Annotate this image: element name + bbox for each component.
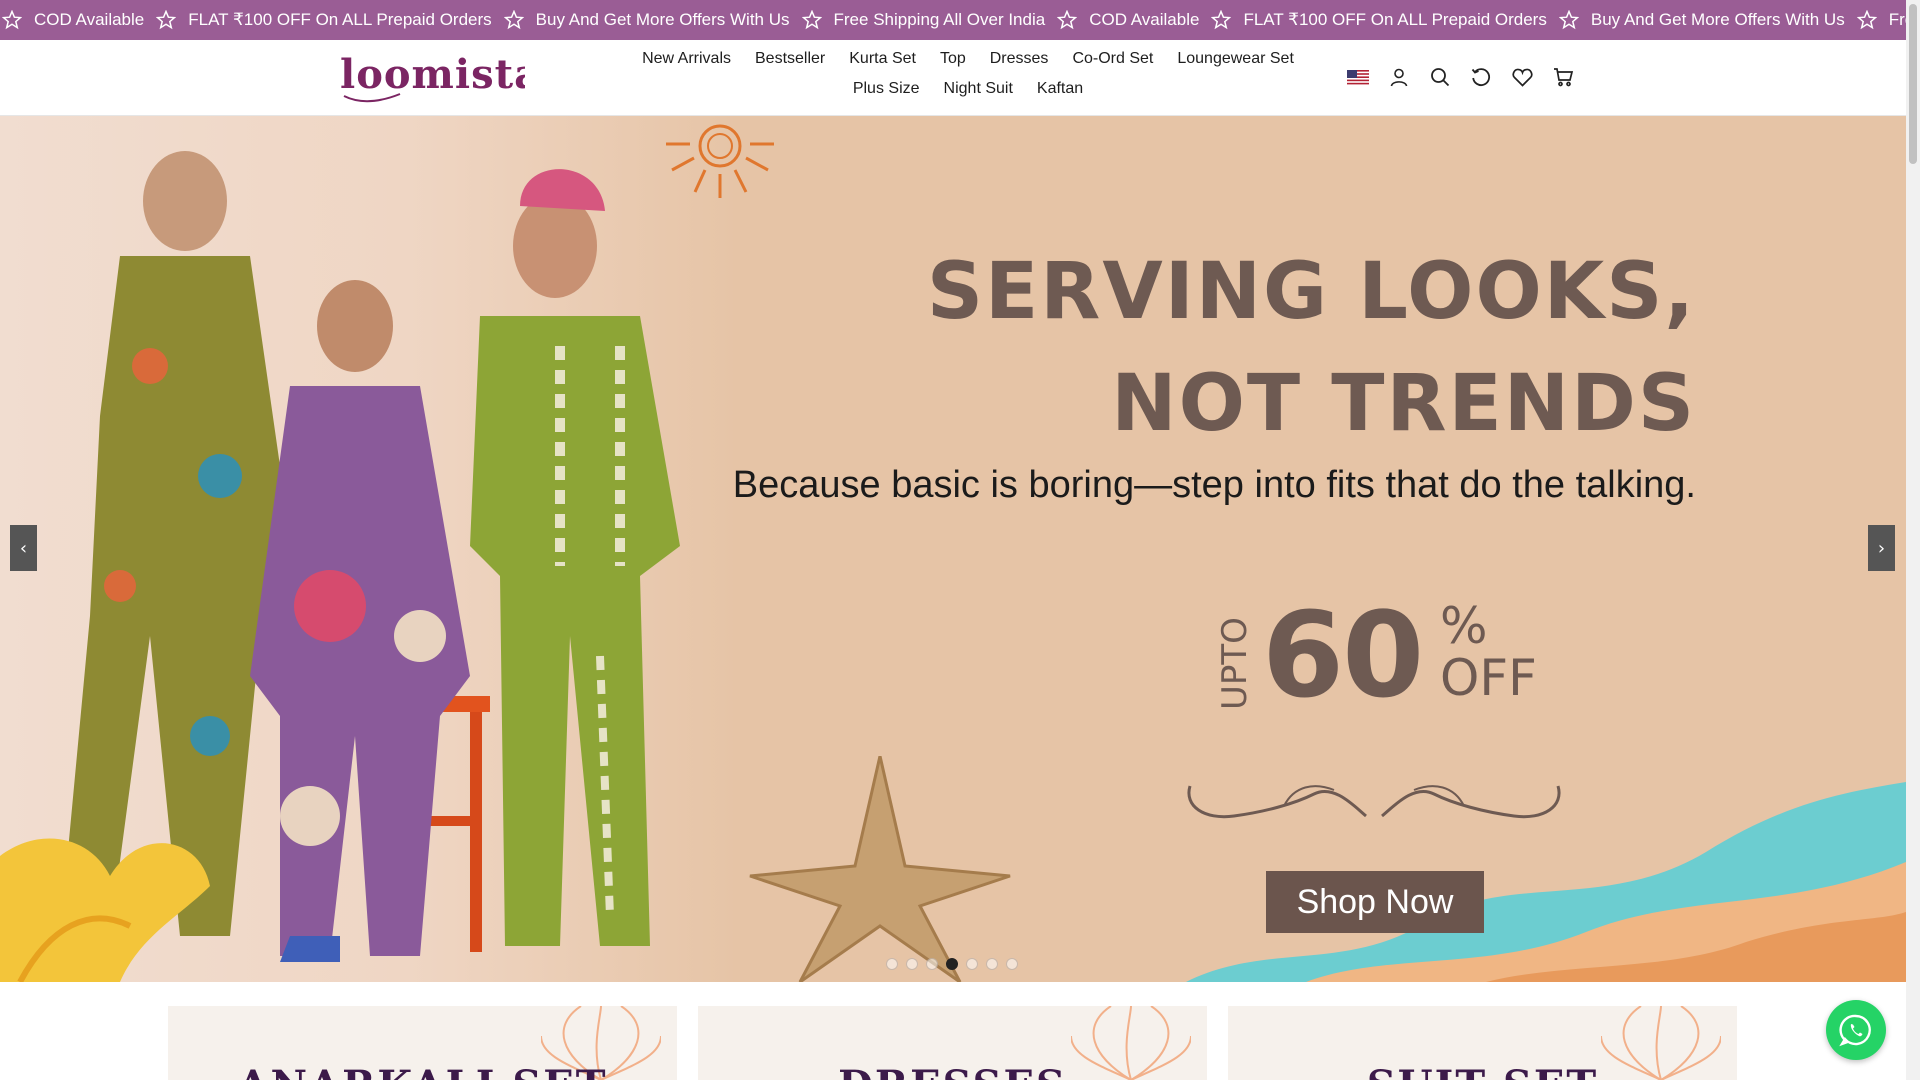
collection-card-dresses[interactable]: DRESSES (698, 1006, 1207, 1080)
announcement-item: FLAT ₹100 OFF On ALL Prepaid Orders (1199, 10, 1547, 30)
announcement-text: FLAT ₹100 OFF On ALL Prepaid Orders (1243, 10, 1547, 29)
collection-cards: ANARKALI SET DRESSES SUIT SET (168, 1006, 1737, 1080)
shop-now-button[interactable]: Shop Now (1266, 871, 1484, 933)
nav-new-arrivals[interactable]: New Arrivals (630, 48, 743, 70)
main-nav: New Arrivals Bestseller Kurta Set Top Dr… (618, 48, 1318, 100)
star-icon (801, 10, 822, 30)
slider-dot[interactable] (926, 958, 938, 970)
collection-card-anarkali[interactable]: ANARKALI SET (168, 1006, 677, 1080)
star-icon (156, 10, 177, 30)
nav-top[interactable]: Top (928, 48, 978, 70)
announcement-text: Free Shipping All Over India (833, 10, 1046, 29)
yellow-flower-decoration (0, 838, 210, 982)
announcement-item: Buy And Get More Offers With Us (1547, 10, 1845, 30)
nav-night-suit[interactable]: Night Suit (932, 78, 1025, 100)
nav-kaftan[interactable]: Kaftan (1025, 78, 1095, 100)
nav-loungewear-set[interactable]: Loungewear Set (1165, 48, 1306, 70)
logo-text: loomista (340, 51, 525, 98)
slider-prev-arrow[interactable]: ‹ (10, 525, 37, 571)
whatsapp-chat-button[interactable] (1826, 1000, 1886, 1060)
hero-title-line1: SERVING LOOKS, (926, 247, 1696, 337)
nav-co-ord-set[interactable]: Co-Ord Set (1060, 48, 1165, 70)
star-icon (1057, 10, 1078, 30)
hero-title-line2: NOT TRENDS (1111, 359, 1696, 449)
cart-icon[interactable] (1551, 65, 1575, 89)
nav-bestseller[interactable]: Bestseller (743, 48, 837, 70)
announcement-text: Buy And Get More Offers With Us (535, 10, 790, 29)
hero-subtitle: Because basic is boring—step into fits t… (732, 464, 1696, 506)
starfish-decoration (749, 756, 1011, 982)
scrollbar-thumb[interactable] (1909, 4, 1917, 164)
offer-suffix: OFF (1440, 649, 1537, 707)
us-flag-icon[interactable] (1346, 65, 1370, 89)
announcement-track: COD Available FLAT ₹100 OFF On ALL Prepai… (0, 0, 1920, 40)
site-header: loomista New Arrivals Bestseller Kurta S… (0, 40, 1906, 116)
collection-card-suit-set[interactable]: SUIT SET (1228, 1006, 1737, 1080)
slider-next-arrow[interactable]: › (1868, 525, 1895, 571)
slider-dot[interactable] (906, 958, 918, 970)
recently-viewed-icon[interactable] (1469, 65, 1493, 89)
announcement-text: COD Available (34, 10, 145, 29)
hero-banner: SERVING LOOKS, NOT TRENDS Because basic … (0, 116, 1906, 982)
nav-dresses[interactable]: Dresses (978, 48, 1061, 70)
slider-dot[interactable] (886, 958, 898, 970)
star-icon (1211, 10, 1232, 30)
collection-card-label: ANARKALI SET (168, 1062, 677, 1080)
star-icon (2, 10, 22, 30)
announcement-text: COD Available (1089, 10, 1200, 29)
slider-dots (886, 958, 1018, 970)
slider-dot[interactable] (966, 958, 978, 970)
flourish-divider (1187, 785, 1561, 819)
announcement-text: FLAT ₹100 OFF On ALL Prepaid Orders (188, 10, 492, 29)
announcement-item: FLAT ₹100 OFF On ALL Prepaid Orders (144, 10, 492, 30)
nav-plus-size[interactable]: Plus Size (841, 78, 932, 100)
offer-value: 60 (1262, 586, 1424, 724)
announcement-item: Buy And Get More Offers With Us (492, 10, 790, 30)
collection-card-label: DRESSES (698, 1062, 1207, 1080)
slider-dot[interactable] (1006, 958, 1018, 970)
header-actions (1346, 65, 1575, 89)
account-icon[interactable] (1387, 65, 1411, 89)
announcement-bar: COD Available FLAT ₹100 OFF On ALL Prepai… (0, 0, 1920, 40)
wishlist-heart-icon[interactable] (1510, 65, 1534, 89)
slider-dot[interactable] (986, 958, 998, 970)
nav-kurta-set[interactable]: Kurta Set (837, 48, 928, 70)
whatsapp-icon (1839, 1014, 1871, 1047)
offer-upto-label: UPTO (1216, 617, 1252, 710)
offer-upto-text: UPTO (1216, 617, 1252, 710)
hero-title: SERVING LOOKS, NOT TRENDS (927, 236, 1696, 460)
logo-mark: loomista (340, 51, 525, 102)
announcement-item: Free Shipping All Over India (790, 10, 1046, 30)
collection-card-label: SUIT SET (1228, 1062, 1737, 1080)
page-scrollbar[interactable] (1906, 0, 1920, 1080)
star-icon (1856, 10, 1877, 30)
star-icon (1558, 10, 1579, 30)
offer-percent: % (1440, 597, 1488, 655)
announcement-text: Buy And Get More Offers With Us (1590, 10, 1845, 29)
slider-dot[interactable] (946, 958, 958, 970)
announcement-item: COD Available (1045, 10, 1199, 30)
search-icon[interactable] (1428, 65, 1452, 89)
loomista-logo[interactable]: loomista (340, 50, 525, 105)
announcement-item: COD Available (0, 10, 144, 30)
star-icon (503, 10, 524, 30)
